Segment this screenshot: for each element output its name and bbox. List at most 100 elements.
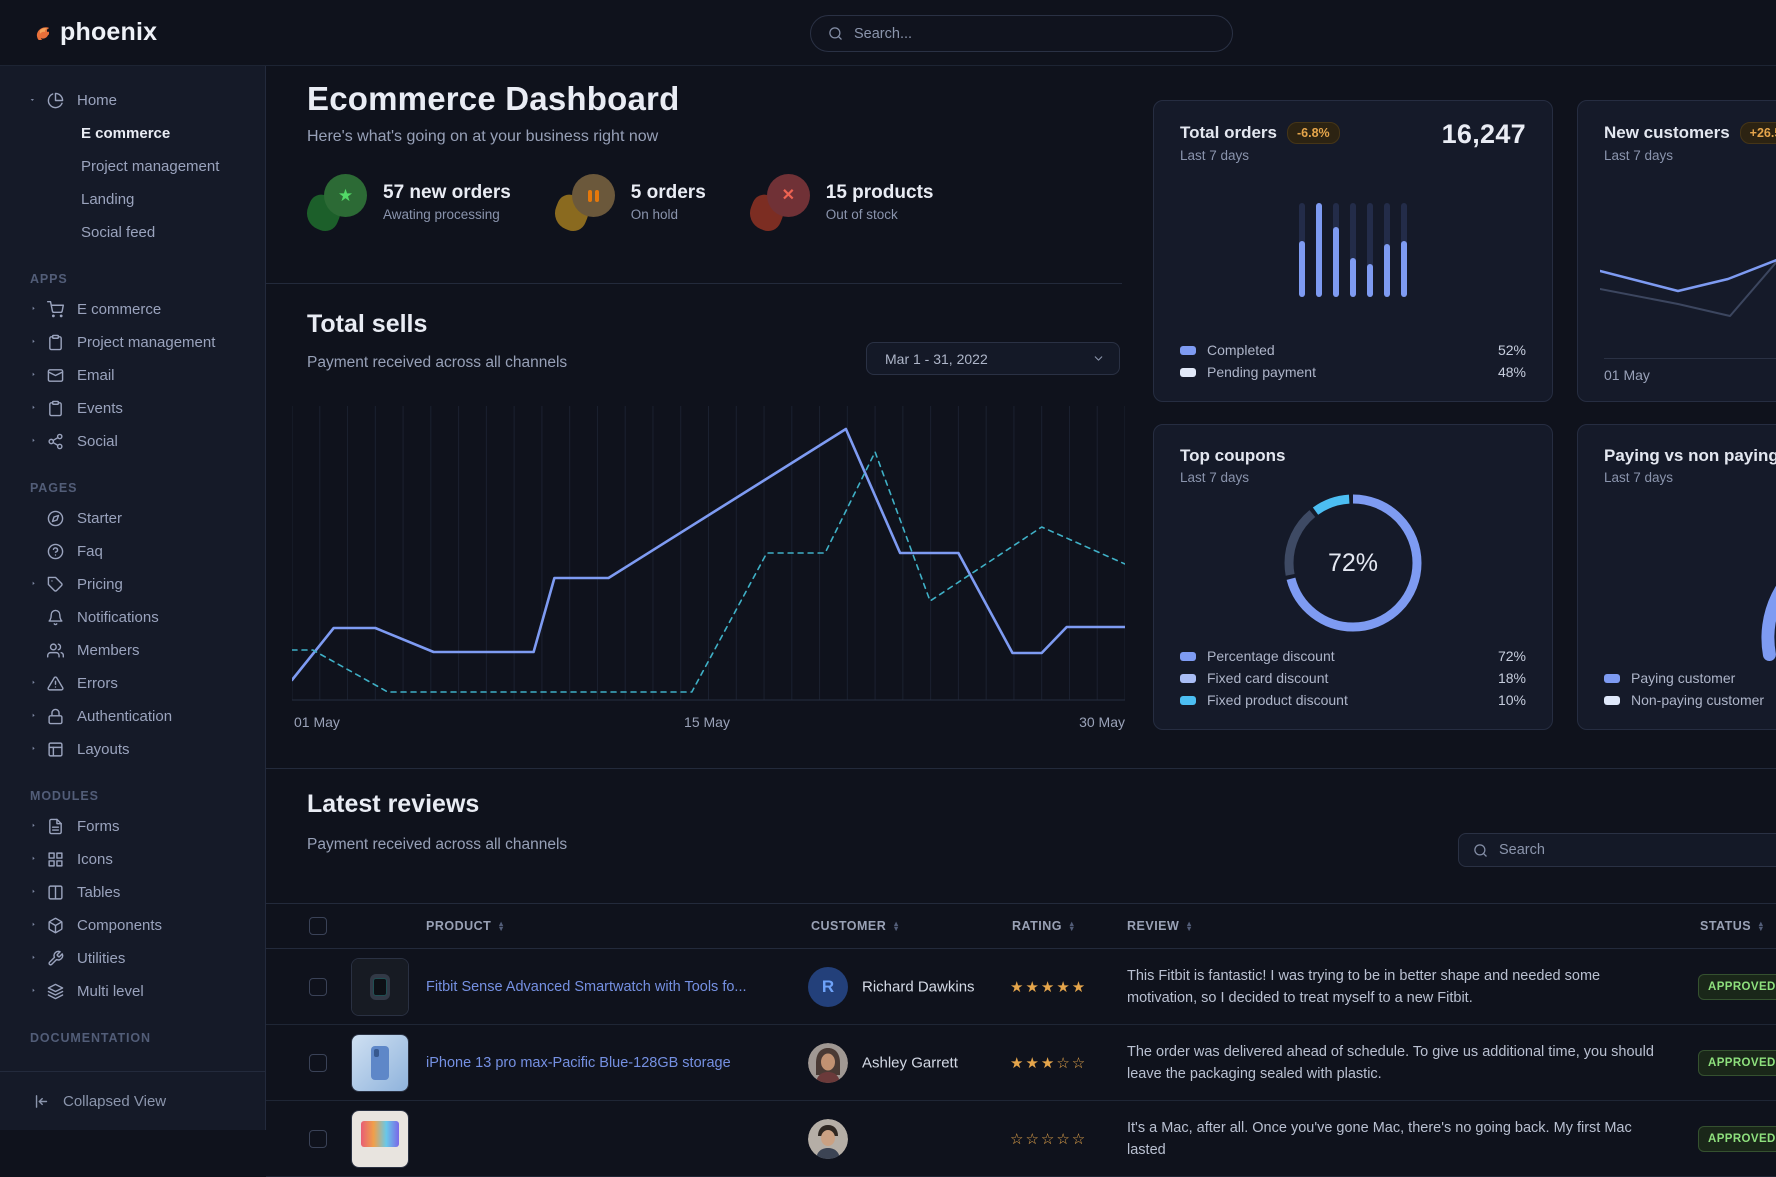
sidebar-item-home[interactable]: Home	[30, 84, 251, 117]
sidebar-item-pricing[interactable]: Pricing	[30, 568, 251, 601]
product-thumbnail	[351, 1034, 409, 1092]
customer-name: Richard Dawkins	[862, 978, 975, 995]
sidebar-item-components[interactable]: Components	[30, 909, 251, 942]
bar-track	[1367, 203, 1373, 297]
sidebar-item-label: Tables	[77, 884, 120, 901]
column-header-product[interactable]: PRODUCT▲▼	[426, 919, 505, 933]
caret-right-icon	[30, 306, 45, 314]
sort-icon: ▲▼	[892, 921, 900, 931]
sidebar-item-layouts[interactable]: Layouts	[30, 733, 251, 766]
legend-swatch	[1180, 346, 1196, 355]
status-label: APPROVED	[1708, 1133, 1776, 1145]
sidebar-item-label: Multi level	[77, 983, 144, 1000]
sidebar-item-members[interactable]: Members	[30, 634, 251, 667]
row-checkbox[interactable]	[309, 978, 327, 996]
legend-row: Completed52%	[1180, 339, 1526, 361]
sidebar-subitem-e-commerce[interactable]: E commerce	[30, 117, 251, 150]
orders-bar-chart	[1299, 203, 1407, 297]
help-circle-icon	[47, 542, 66, 561]
sidebar-item-label: Icons	[77, 851, 113, 868]
stat-text: 5 ordersOn hold	[631, 182, 706, 222]
rating-stars: ★★★★★	[1010, 978, 1087, 996]
date-range-select[interactable]: Mar 1 - 31, 2022	[866, 342, 1120, 375]
alert-triangle-icon	[47, 674, 66, 693]
select-all-checkbox[interactable]	[309, 917, 327, 935]
legend-value: 48%	[1498, 364, 1526, 380]
total-sells-title: Total sells	[307, 310, 427, 339]
sidebar-item-faq[interactable]: Faq	[30, 535, 251, 568]
legend-swatch	[1604, 696, 1620, 705]
sidebar-subitem-social-feed[interactable]: Social feed	[30, 216, 251, 249]
sidebar-item-label: E commerce	[77, 301, 161, 318]
stat-icon: ✕	[750, 174, 810, 230]
card-period: Last 7 days	[1604, 148, 1776, 163]
card-title: Total orders	[1180, 123, 1277, 143]
sidebar-item-forms[interactable]: Forms	[30, 810, 251, 843]
sidebar-item-label: Faq	[77, 543, 103, 560]
sidebar-item-notifications[interactable]: Notifications	[30, 601, 251, 634]
review-text: The order was delivered ahead of schedul…	[1127, 1041, 1667, 1085]
avatar: R	[808, 967, 848, 1007]
sidebar-item-authentication[interactable]: Authentication	[30, 700, 251, 733]
users-icon	[47, 641, 66, 660]
search-placeholder: Search...	[854, 26, 912, 42]
bar-track	[1384, 203, 1390, 297]
caret-right-icon	[30, 856, 45, 864]
top-navbar: phoenix Search...	[0, 0, 1776, 66]
product-link[interactable]: Fitbit Sense Advanced Smartwatch with To…	[426, 979, 747, 995]
sidebar-item-label: Errors	[77, 675, 118, 692]
sidebar-item-errors[interactable]: Errors	[30, 667, 251, 700]
total-sells-subtitle: Payment received across all channels	[307, 354, 567, 372]
sidebar-item-utilities[interactable]: Utilities	[30, 942, 251, 975]
bar-fill	[1367, 264, 1373, 297]
sidebar-subitem-landing[interactable]: Landing	[30, 183, 251, 216]
card-title: Top coupons	[1180, 446, 1285, 466]
sidebar-item-e-commerce[interactable]: E commerce	[30, 293, 251, 326]
sidebar-item-label: Project management	[77, 334, 215, 351]
pause-glyph	[588, 190, 599, 202]
stat-text: 15 productsOut of stock	[826, 182, 934, 222]
row-checkbox[interactable]	[309, 1130, 327, 1148]
sidebar-item-icons[interactable]: Icons	[30, 843, 251, 876]
column-header-status[interactable]: STATUS▲▼	[1700, 919, 1765, 933]
column-header-review[interactable]: REVIEW▲▼	[1127, 919, 1193, 933]
column-header-customer[interactable]: CUSTOMER▲▼	[811, 919, 900, 933]
compass-icon	[47, 509, 66, 528]
new-customers-chart-svg	[1600, 219, 1776, 351]
sort-icon: ▲▼	[1068, 921, 1076, 931]
sidebar-item-social[interactable]: Social	[30, 425, 251, 458]
product-link[interactable]: iPhone 13 pro max-Pacific Blue-128GB sto…	[426, 1055, 731, 1071]
collapse-view-button[interactable]: Collapsed View	[0, 1071, 265, 1130]
coupons-donut-chart: 72%	[1277, 487, 1429, 639]
paying-vs-nonpaying-card: Paying vs non paying Last 7 days Paying …	[1577, 424, 1776, 730]
sidebar-item-events[interactable]: Events	[30, 392, 251, 425]
column-header-rating[interactable]: RATING▲▼	[1012, 919, 1076, 933]
brand-logo[interactable]: phoenix	[34, 18, 157, 47]
sidebar-item-multi-level[interactable]: Multi level	[30, 975, 251, 1008]
sidebar-item-starter[interactable]: Starter	[30, 502, 251, 535]
sidebar-subitem-project-management[interactable]: Project management	[30, 150, 251, 183]
phoenix-flame-icon	[34, 25, 49, 40]
x-tick: 01 May	[294, 714, 340, 730]
global-search-input[interactable]: Search...	[810, 15, 1233, 52]
x-tick: 15 May	[684, 714, 730, 730]
bar-fill	[1299, 241, 1305, 297]
reviews-search-input[interactable]: Search	[1458, 833, 1776, 867]
clipboard-icon	[47, 399, 66, 418]
row-checkbox[interactable]	[309, 1054, 327, 1072]
stat-text: 57 new ordersAwating processing	[383, 182, 511, 222]
sidebar-item-tables[interactable]: Tables	[30, 876, 251, 909]
legend-swatch	[1180, 652, 1196, 661]
sidebar-item-email[interactable]: Email	[30, 359, 251, 392]
legend-swatch	[1180, 674, 1196, 683]
sidebar-sections: APPSE commerceProject managementEmailEve…	[30, 272, 251, 1045]
caret-right-icon	[30, 438, 45, 446]
new-customers-card: New customers +26.5% Last 7 days 01 May	[1577, 100, 1776, 402]
stat-value: 15 products	[826, 182, 934, 204]
status-badge: APPROVED✓	[1698, 974, 1776, 1000]
avatar	[808, 1043, 848, 1083]
sidebar-item-project-management[interactable]: Project management	[30, 326, 251, 359]
column-header-label: PRODUCT	[426, 919, 491, 933]
sidebar-item-label: Home	[77, 92, 117, 109]
x-tick: 01 May	[1604, 367, 1650, 383]
